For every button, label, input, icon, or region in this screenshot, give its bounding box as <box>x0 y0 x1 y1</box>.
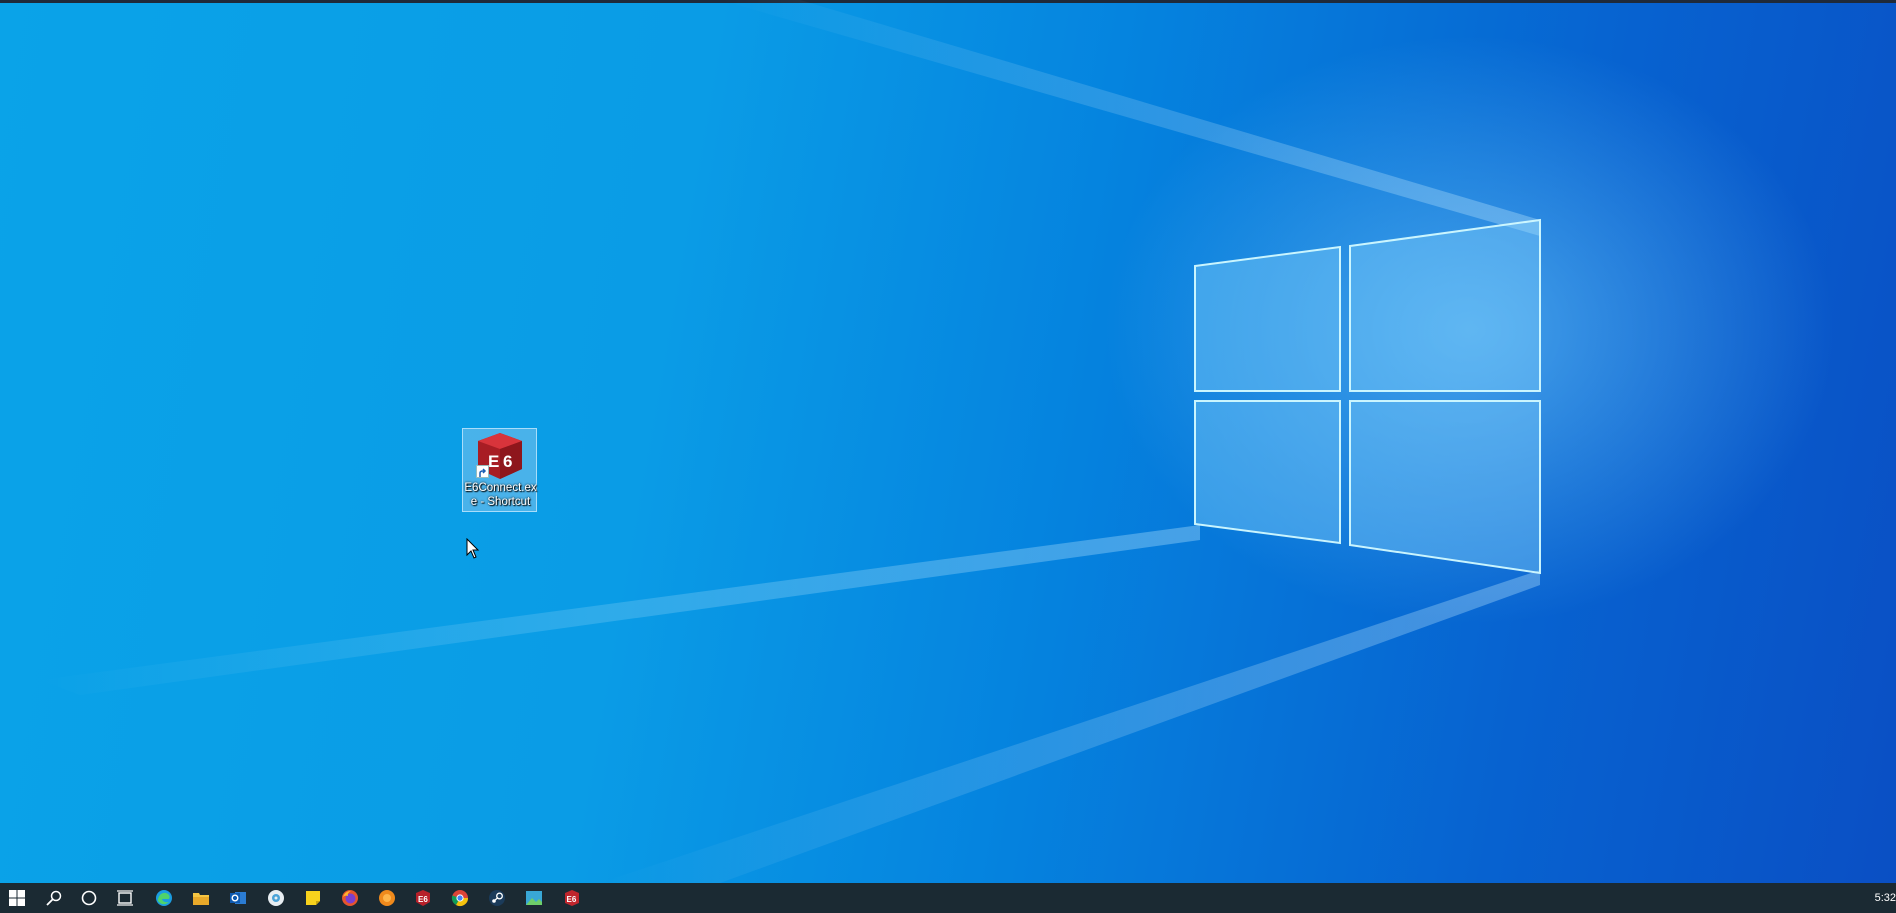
desktop-icon-label: E6Connect.exe - Shortcut <box>464 482 537 508</box>
logo-pane <box>1194 400 1341 545</box>
steam-button[interactable] <box>480 883 514 913</box>
cortana-button[interactable] <box>72 883 106 913</box>
e6connect-button[interactable]: E6 <box>555 883 589 913</box>
search-icon <box>46 890 62 906</box>
svg-text:E6: E6 <box>567 895 577 904</box>
start-button[interactable] <box>0 883 34 913</box>
app-button-1[interactable] <box>259 883 293 913</box>
cortana-circle-icon <box>81 890 97 906</box>
desktop-icon-e6connect-shortcut[interactable]: E 6 E6Connect.exe - Shortcut <box>462 428 537 512</box>
logo-pane <box>1194 245 1341 392</box>
app-button-4[interactable] <box>517 883 551 913</box>
svg-text:6: 6 <box>503 452 512 471</box>
red-shield-icon: E6 <box>416 890 430 906</box>
app-button-2[interactable] <box>370 883 404 913</box>
taskbar-clock[interactable]: 5:32 <box>1875 883 1896 913</box>
orange-circle-icon <box>379 890 395 906</box>
image-app-icon <box>526 891 542 905</box>
search-button[interactable] <box>37 883 71 913</box>
logo-pane <box>1349 400 1541 575</box>
outlook-icon <box>230 892 246 904</box>
folder-icon <box>193 892 209 905</box>
settings-app-icon <box>268 890 284 906</box>
windows-logo-icon <box>9 890 25 906</box>
chrome-button[interactable] <box>443 883 477 913</box>
app-button-3[interactable]: E6 <box>406 883 440 913</box>
edge-icon <box>156 890 172 906</box>
windows-wallpaper-logo <box>1194 218 1541 575</box>
chrome-icon <box>451 890 469 907</box>
svg-text:E: E <box>488 452 499 471</box>
outlook-button[interactable] <box>221 883 255 913</box>
sticky-notes-button[interactable] <box>296 883 330 913</box>
firefox-button[interactable] <box>333 883 367 913</box>
task-view-icon <box>117 890 133 906</box>
e6connect-cube-icon: E6 <box>565 890 579 906</box>
edge-button[interactable] <box>147 883 181 913</box>
sticky-notes-icon <box>306 891 320 905</box>
steam-icon <box>489 890 505 906</box>
svg-text:E6: E6 <box>418 895 428 904</box>
desktop[interactable]: E 6 E6Connect.exe - Shortcut <box>0 0 1896 883</box>
file-explorer-button[interactable] <box>184 883 218 913</box>
logo-pane <box>1349 218 1541 392</box>
task-view-button[interactable] <box>108 883 142 913</box>
firefox-icon <box>342 890 358 906</box>
mouse-cursor-icon <box>466 538 480 559</box>
taskbar: E6 E6 5:32 <box>0 883 1896 913</box>
shortcut-arrow-icon <box>476 465 489 478</box>
